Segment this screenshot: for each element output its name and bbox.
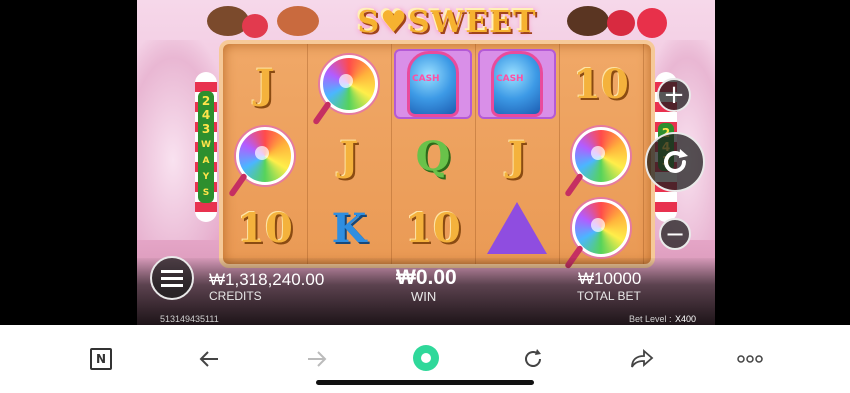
reel-column-1: J 10 (223, 44, 308, 264)
credits-label: CREDITS (209, 289, 262, 303)
menu-button[interactable] (150, 256, 194, 300)
reel-column-5: 10 (559, 44, 644, 270)
letter-symbol-k: K (331, 204, 367, 252)
gumball-machine-symbol-icon (478, 49, 556, 119)
candy-triangle-symbol-icon (487, 202, 547, 254)
reel-column-3: Q 10 (391, 44, 476, 264)
share-button[interactable] (630, 347, 654, 371)
chocolate-decoration-right (567, 6, 609, 36)
home-button[interactable] (411, 343, 441, 373)
reel-symbol: J (475, 120, 559, 192)
bet-level-value: X400 (675, 314, 697, 324)
reload-button[interactable] (521, 347, 545, 371)
win-value: ₩0.00 (396, 266, 457, 289)
share-icon (631, 349, 654, 368)
reel-symbol: J (223, 48, 307, 120)
reel-symbol: Q (391, 120, 475, 192)
bet-level-label: Bet Level : (629, 314, 672, 324)
refresh-spin-icon (664, 149, 688, 173)
reel-symbol (475, 48, 559, 120)
macaron-decoration (277, 6, 319, 36)
plus-icon: + (663, 80, 685, 110)
n-logo-button[interactable]: N (89, 347, 113, 371)
credits-value: ₩1,318,240.00 (209, 270, 325, 289)
reel-symbol: 10 (391, 192, 475, 264)
lollipop-symbol-icon (564, 199, 630, 270)
forward-arrow-icon (308, 351, 327, 367)
reel-symbol: K (307, 192, 391, 264)
letter-symbol-10: 10 (405, 204, 461, 252)
reel-symbol: J (307, 120, 391, 192)
gumball-machine-symbol-icon (394, 49, 472, 119)
n-logo-icon: N (90, 348, 112, 370)
spin-button[interactable] (645, 132, 705, 192)
home-dot-icon (413, 345, 439, 371)
letter-symbol-10: 10 (237, 204, 293, 252)
lollipop-symbol-icon (564, 127, 630, 198)
reel-column-4: J (475, 44, 560, 264)
back-button[interactable] (197, 347, 221, 371)
letter-symbol-j: J (507, 132, 527, 180)
letter-symbol-j: J (339, 132, 359, 180)
strawberry-decoration (242, 14, 268, 38)
bet-increase-button[interactable]: + (657, 78, 691, 112)
back-arrow-icon (199, 351, 218, 367)
lollipop-symbol-icon (312, 55, 378, 126)
reels-frame: J10JKQ10J10 (219, 40, 655, 270)
letter-symbol-q: Q (415, 132, 451, 180)
home-indicator (316, 380, 534, 385)
reload-icon (525, 349, 541, 367)
hamburger-menu-icon (161, 270, 183, 287)
total-bet-label: TOTAL BET (577, 289, 641, 303)
forward-button[interactable] (305, 347, 329, 371)
reel-symbol (559, 120, 643, 198)
lollipop-symbol-icon (228, 127, 294, 198)
reel-symbol: 10 (559, 48, 643, 120)
ways-label-left: 243WAYS (198, 91, 214, 203)
cherry-decoration (637, 8, 667, 38)
total-bet-value: ₩10000 (578, 269, 642, 288)
game-bottom-bar: ₩1,318,240.00 CREDITS ₩0.00 WIN ₩10000 T… (137, 256, 715, 325)
minus-icon: − (664, 220, 686, 248)
bet-decrease-button[interactable]: − (659, 218, 691, 250)
reel-symbol: 10 (223, 192, 307, 264)
more-dots-icon (737, 355, 763, 363)
letter-symbol-j: J (255, 60, 275, 108)
game-logo: S♥SWEET (357, 4, 537, 40)
reel-column-2: JK (307, 44, 392, 264)
letter-symbol-10: 10 (573, 60, 629, 108)
win-label: WIN (411, 289, 437, 304)
session-id: 513149435111 (160, 314, 219, 324)
n-logo-letter: N (95, 352, 107, 366)
reel-symbol (307, 48, 391, 126)
reel-symbol (391, 48, 475, 120)
strawberry-decoration-right (607, 10, 635, 36)
reel-symbol (223, 120, 307, 198)
reel-symbol (475, 192, 559, 264)
ways-banner-left: 243WAYS (195, 72, 217, 222)
more-button[interactable] (737, 347, 763, 371)
reel-symbol (559, 192, 643, 270)
